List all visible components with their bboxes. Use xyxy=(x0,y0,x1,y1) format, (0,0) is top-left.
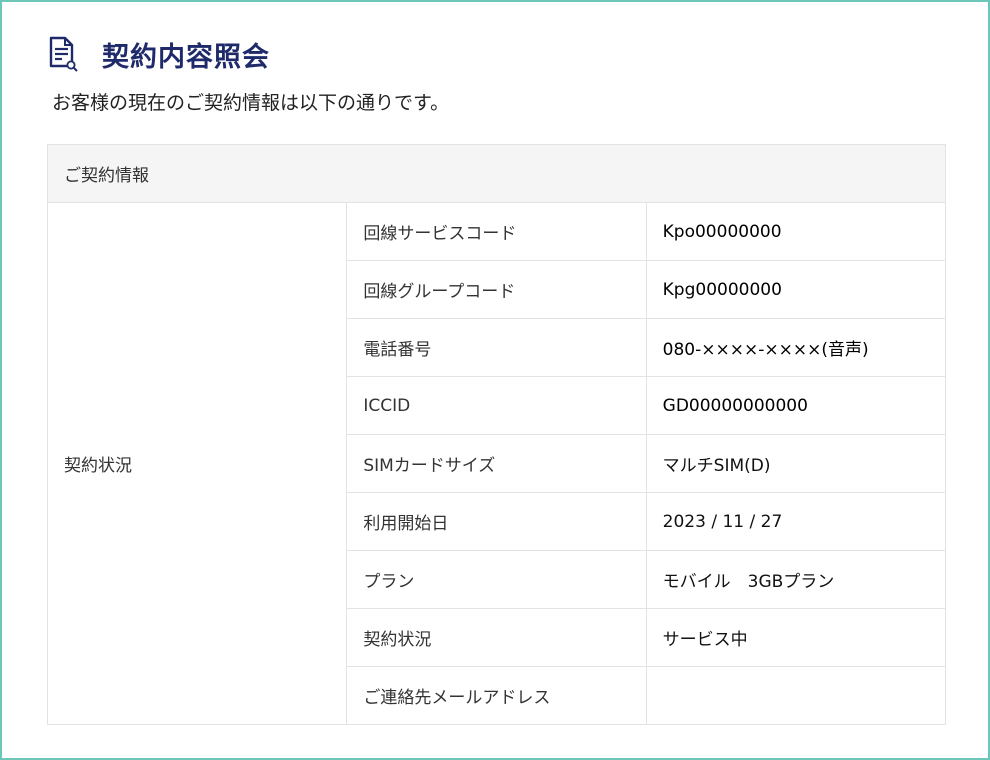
group-label: 契約状況 xyxy=(46,202,348,725)
row-value: モバイル 3GBプラン xyxy=(645,550,947,609)
row-value: 2023 / 11 / 27 xyxy=(645,492,947,551)
row-label: 利用開始日 xyxy=(346,492,647,551)
row-value: サービス中 xyxy=(645,608,947,667)
section-header: ご契約情報 xyxy=(47,144,946,203)
row-value xyxy=(645,666,947,725)
row-value: GD00000000000 xyxy=(645,376,947,435)
row-label: ご連絡先メールアドレス xyxy=(346,666,647,725)
page-frame: 契約内容照会 お客様の現在のご契約情報は以下の通りです。 ご契約情報 契約状況 … xyxy=(0,0,990,760)
page-title: 契約内容照会 xyxy=(102,41,270,73)
row-value: 080-××××-××××(音声) xyxy=(645,318,947,377)
document-search-icon xyxy=(48,36,80,72)
row-label: SIMカードサイズ xyxy=(346,434,647,493)
row-label: ICCID xyxy=(346,376,647,435)
row-label: 回線グループコード xyxy=(346,260,647,319)
row-value: Kpg00000000 xyxy=(645,260,947,319)
contract-info-table: ご契約情報 契約状況 回線サービスコード Kpo00000000 回線グループコ… xyxy=(46,144,947,725)
row-label: プラン xyxy=(346,550,647,609)
page-description: お客様の現在のご契約情報は以下の通りです。 xyxy=(52,92,450,114)
row-label: 回線サービスコード xyxy=(346,202,647,261)
page-header: 契約内容照会 xyxy=(48,34,270,74)
table-section-header-row: ご契約情報 xyxy=(47,144,946,203)
row-label: 契約状況 xyxy=(346,608,647,667)
table-row: 契約状況 回線サービスコード Kpo00000000 xyxy=(46,202,947,725)
row-value: マルチSIM(D) xyxy=(645,434,947,493)
row-value: Kpo00000000 xyxy=(645,202,947,261)
row-label: 電話番号 xyxy=(346,318,647,377)
